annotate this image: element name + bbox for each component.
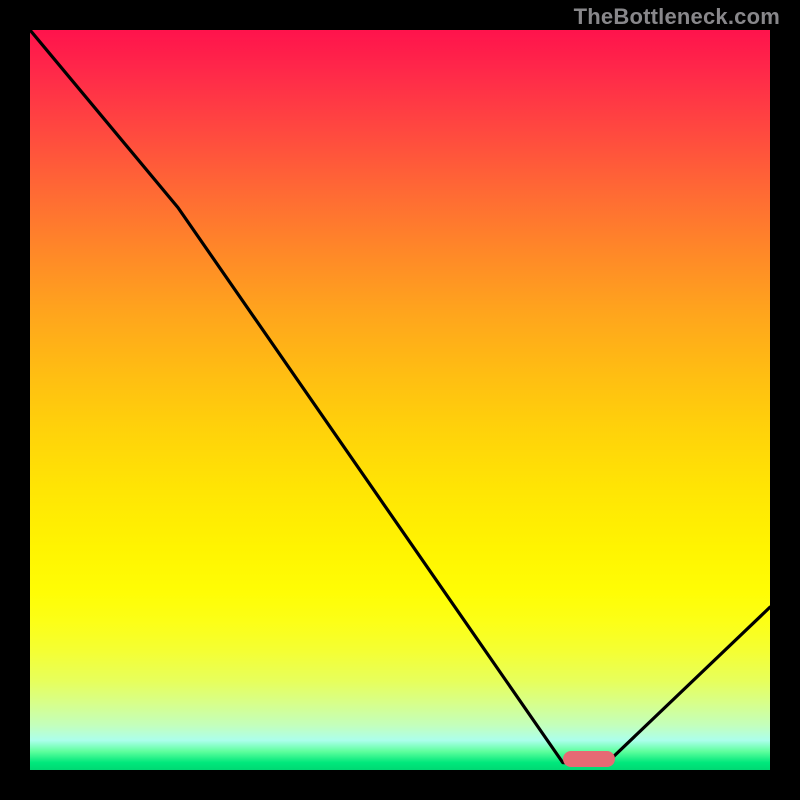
optimal-range-marker <box>563 751 615 767</box>
chart-frame: TheBottleneck.com <box>0 0 800 800</box>
plot-area <box>30 30 770 770</box>
watermark-text: TheBottleneck.com <box>574 4 780 30</box>
bottleneck-curve <box>30 30 770 770</box>
